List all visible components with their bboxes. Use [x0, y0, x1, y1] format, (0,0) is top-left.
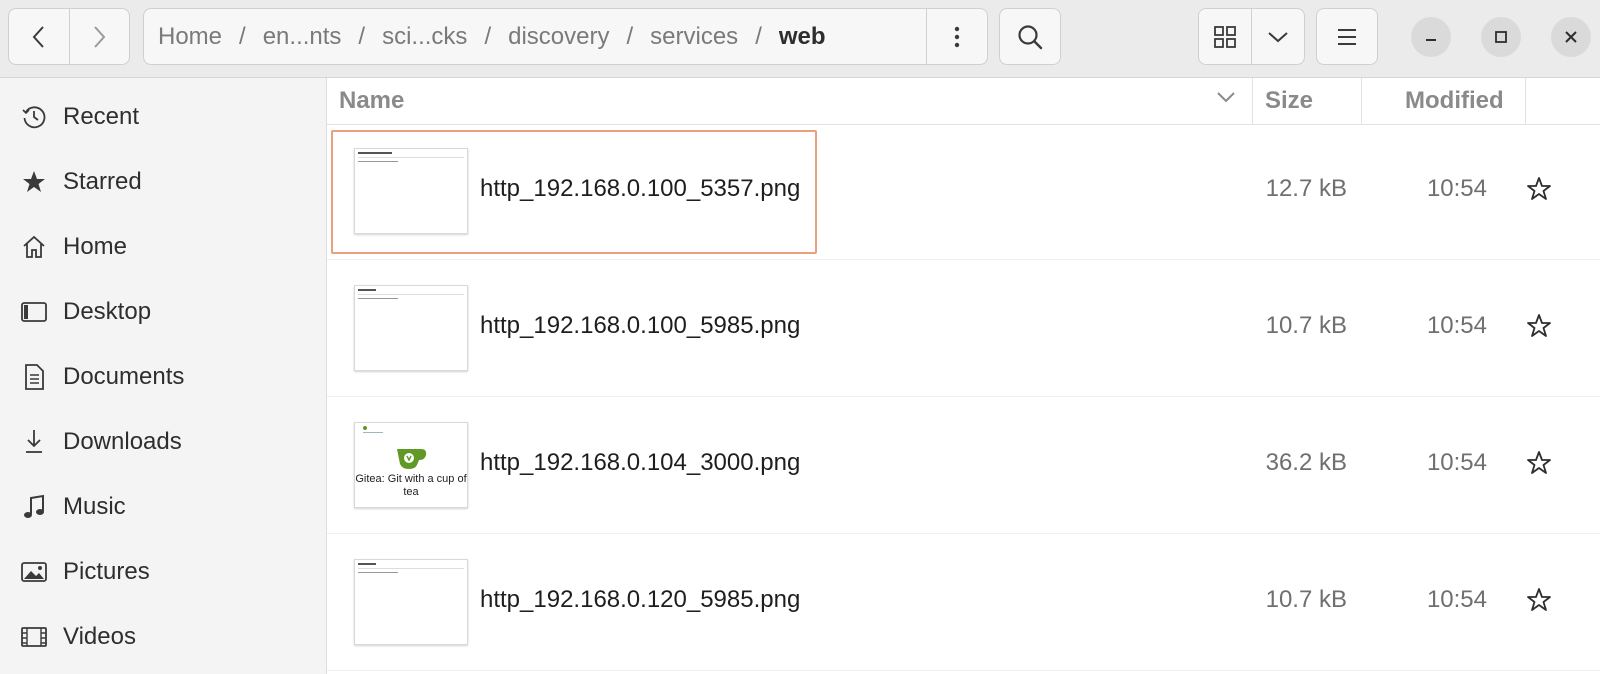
desktop-icon: [20, 298, 48, 326]
kebab-menu-icon: [954, 26, 960, 47]
forward-button[interactable]: [68, 9, 130, 64]
gitea-logo-icon: [397, 449, 427, 469]
grid-icon: [1214, 25, 1236, 48]
column-header-modified[interactable]: Modified: [1405, 87, 1504, 115]
thumbnail-caption: Gitea: Git with a cup of tea: [355, 473, 467, 498]
video-icon: [20, 623, 48, 651]
sidebar-item-label: Desktop: [63, 298, 152, 325]
download-icon: [20, 428, 48, 456]
file-thumbnail: [354, 559, 468, 645]
sidebar-item-home[interactable]: Home: [0, 221, 326, 273]
home-icon: [20, 233, 48, 261]
sidebar: Recent Starred Home Desktop Documents Do…: [0, 78, 327, 674]
chevron-right-icon: [94, 25, 106, 48]
close-button[interactable]: [1551, 17, 1591, 57]
star-outline-icon[interactable]: [1525, 449, 1553, 477]
file-row[interactable]: http_192.168.0.100_5357.png 12.7 kB 10:5…: [327, 125, 1600, 260]
file-name: http_192.168.0.100_5357.png: [480, 175, 801, 202]
back-button[interactable]: [9, 9, 69, 64]
file-modified: 10:54: [1426, 175, 1487, 202]
grid-view-button[interactable]: [1199, 9, 1251, 64]
sidebar-item-label: Recent: [63, 103, 140, 130]
file-modified: 10:54: [1426, 586, 1487, 613]
path-bar: Home / en...nts / sci...cks / discovery …: [143, 8, 988, 65]
search-icon: [1018, 24, 1043, 49]
file-name: http_192.168.0.104_3000.png: [480, 449, 801, 476]
file-modified: 10:54: [1426, 312, 1487, 339]
sidebar-item-label: Downloads: [63, 428, 182, 455]
sidebar-item-starred[interactable]: Starred: [0, 156, 326, 208]
column-header-size[interactable]: Size: [1265, 87, 1313, 115]
file-list: Name Size Modified http_192.168.0.100_53…: [327, 78, 1600, 674]
column-divider: [1525, 78, 1526, 124]
sidebar-item-label: Pictures: [63, 558, 150, 585]
maximize-icon: [1495, 31, 1507, 43]
column-divider: [1361, 78, 1362, 124]
breadcrumb-separator: /: [755, 22, 762, 50]
sidebar-item-label: Music: [63, 493, 126, 520]
chevron-left-icon: [32, 25, 44, 48]
sidebar-item-music[interactable]: Music: [0, 481, 326, 533]
sidebar-item-pictures[interactable]: Pictures: [0, 546, 326, 598]
breadcrumb-home[interactable]: Home: [158, 23, 222, 51]
star-filled-icon: [20, 168, 48, 196]
breadcrumb-separator: /: [626, 22, 634, 50]
sidebar-item-recent[interactable]: Recent: [0, 91, 326, 143]
file-size: 36.2 kB: [1265, 449, 1347, 476]
sort-descending-icon[interactable]: [1215, 90, 1237, 104]
star-outline-icon[interactable]: [1525, 175, 1553, 203]
hamburger-icon: [1338, 28, 1356, 45]
breadcrumb-discovery[interactable]: discovery: [508, 23, 609, 51]
column-divider: [1252, 78, 1253, 124]
music-icon: [20, 493, 48, 521]
file-thumbnail: [354, 148, 468, 234]
header-bar: Home / en...nts / sci...cks / discovery …: [0, 0, 1600, 78]
file-row[interactable]: Gitea: Git with a cup of tea http_192.16…: [327, 399, 1600, 534]
maximize-button[interactable]: [1481, 17, 1521, 57]
breadcrumb-separator: /: [239, 22, 246, 50]
document-icon: [20, 363, 48, 391]
minimize-button[interactable]: [1411, 17, 1451, 57]
sidebar-item-label: Home: [63, 233, 128, 260]
chevron-down-icon: [1268, 31, 1288, 42]
clock-icon: [20, 103, 48, 131]
sidebar-item-desktop[interactable]: Desktop: [0, 286, 326, 338]
breadcrumb-web[interactable]: web: [779, 23, 826, 51]
file-size: 10.7 kB: [1265, 312, 1347, 339]
sidebar-item-downloads[interactable]: Downloads: [0, 416, 326, 468]
close-icon: [1565, 31, 1577, 43]
file-row[interactable]: http_192.168.0.100_5985.png 10.7 kB 10:5…: [327, 262, 1600, 397]
file-size: 10.7 kB: [1265, 586, 1347, 613]
sidebar-item-label: Documents: [63, 363, 185, 390]
file-thumbnail: [354, 285, 468, 371]
minimize-icon: [1426, 39, 1436, 41]
file-name: http_192.168.0.120_5985.png: [480, 586, 801, 613]
breadcrumb-scicks[interactable]: sci...cks: [382, 23, 467, 51]
column-header-name[interactable]: Name: [339, 87, 404, 115]
sidebar-item-videos[interactable]: Videos: [0, 611, 326, 663]
view-options-button[interactable]: [1251, 9, 1304, 64]
breadcrumb-services[interactable]: services: [650, 23, 738, 51]
breadcrumb-separator: /: [358, 22, 366, 50]
file-row[interactable]: http_192.168.0.120_5985.png 10.7 kB 10:5…: [327, 536, 1600, 671]
view-toggle-group: [1198, 8, 1305, 65]
file-size: 12.7 kB: [1265, 175, 1347, 202]
file-name: http_192.168.0.100_5985.png: [480, 312, 801, 339]
path-menu-button[interactable]: [926, 9, 987, 64]
column-header-row: Name Size Modified: [327, 78, 1600, 125]
breadcrumb-documents[interactable]: en...nts: [263, 23, 342, 51]
main-menu-button[interactable]: [1316, 8, 1378, 65]
star-outline-icon[interactable]: [1525, 312, 1553, 340]
search-button[interactable]: [999, 8, 1061, 65]
breadcrumb: Home / en...nts / sci...cks / discovery …: [144, 23, 926, 51]
file-modified: 10:54: [1426, 449, 1487, 476]
sidebar-item-label: Videos: [63, 623, 136, 650]
breadcrumb-separator: /: [484, 22, 492, 50]
navigation-buttons: [8, 8, 130, 65]
sidebar-item-documents[interactable]: Documents: [0, 351, 326, 403]
star-outline-icon[interactable]: [1525, 586, 1553, 614]
file-thumbnail: Gitea: Git with a cup of tea: [354, 422, 468, 508]
sidebar-item-label: Starred: [63, 168, 142, 195]
picture-icon: [20, 558, 48, 586]
